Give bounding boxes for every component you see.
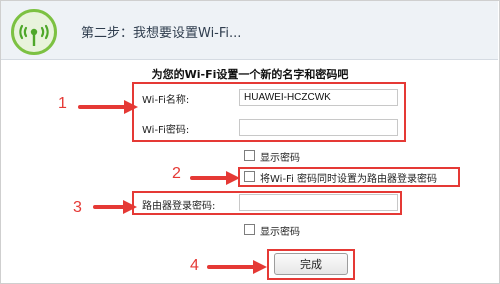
annotation-arrow-4 <box>207 260 267 274</box>
annotation-number-4: 4 <box>190 257 199 274</box>
wifi-name-input[interactable] <box>239 89 398 106</box>
wifi-name-label: Wi-Fi名称: <box>142 95 190 106</box>
finish-button[interactable]: 完成 <box>274 253 348 275</box>
same-as-router-label: 将Wi-Fi 密码同时设置为路由器登录密码 <box>260 174 438 185</box>
page-title: 第二步：我想要设置Wi-Fi... <box>81 26 242 41</box>
router-password-label: 路由器登录密码: <box>142 201 216 212</box>
wifi-password-label: Wi-Fi密码: <box>142 125 190 136</box>
show-password-label-1: 显示密码 <box>260 153 300 164</box>
header-bar: 第二步：我想要设置Wi-Fi... <box>1 1 498 60</box>
show-password-label-2: 显示密码 <box>260 227 300 238</box>
router-password-input[interactable] <box>239 194 398 211</box>
wifi-logo-icon <box>11 9 57 55</box>
section-heading: 为您的Wi-Fi设置一个新的名字和密码吧 <box>151 68 349 81</box>
annotation-arrow-1 <box>78 100 138 114</box>
show-password-checkbox-2[interactable] <box>244 224 255 235</box>
same-as-router-checkbox[interactable] <box>244 171 255 182</box>
annotation-number-3: 3 <box>73 199 82 216</box>
annotation-number-2: 2 <box>172 165 181 182</box>
annotation-arrow-2 <box>190 171 240 185</box>
annotation-arrow-3 <box>93 200 137 214</box>
show-password-checkbox-1[interactable] <box>244 150 255 161</box>
annotation-number-1: 1 <box>58 95 67 112</box>
wifi-password-input[interactable] <box>239 119 398 136</box>
